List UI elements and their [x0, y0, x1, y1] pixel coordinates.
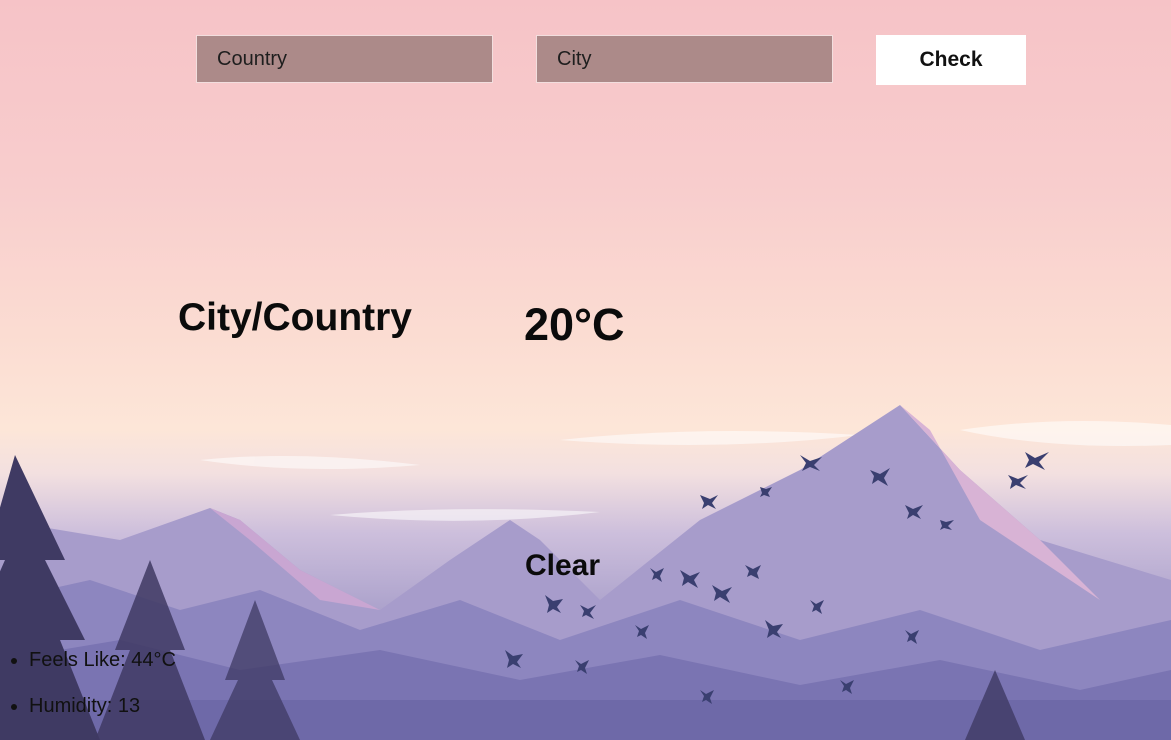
- weather-details-list: Feels Like: 44°C Humidity: 13: [0, 646, 176, 738]
- weather-condition: Clear: [525, 549, 601, 582]
- check-button[interactable]: Check: [876, 35, 1026, 85]
- humidity-item: Humidity: 13: [29, 692, 176, 738]
- feels-like-item: Feels Like: 44°C: [29, 646, 176, 692]
- temperature-value: 20°C: [524, 299, 625, 350]
- location-heading: City/Country: [178, 296, 412, 339]
- mountain-landscape-background: [0, 405, 1171, 740]
- city-input[interactable]: [536, 35, 833, 83]
- country-input[interactable]: [196, 35, 493, 83]
